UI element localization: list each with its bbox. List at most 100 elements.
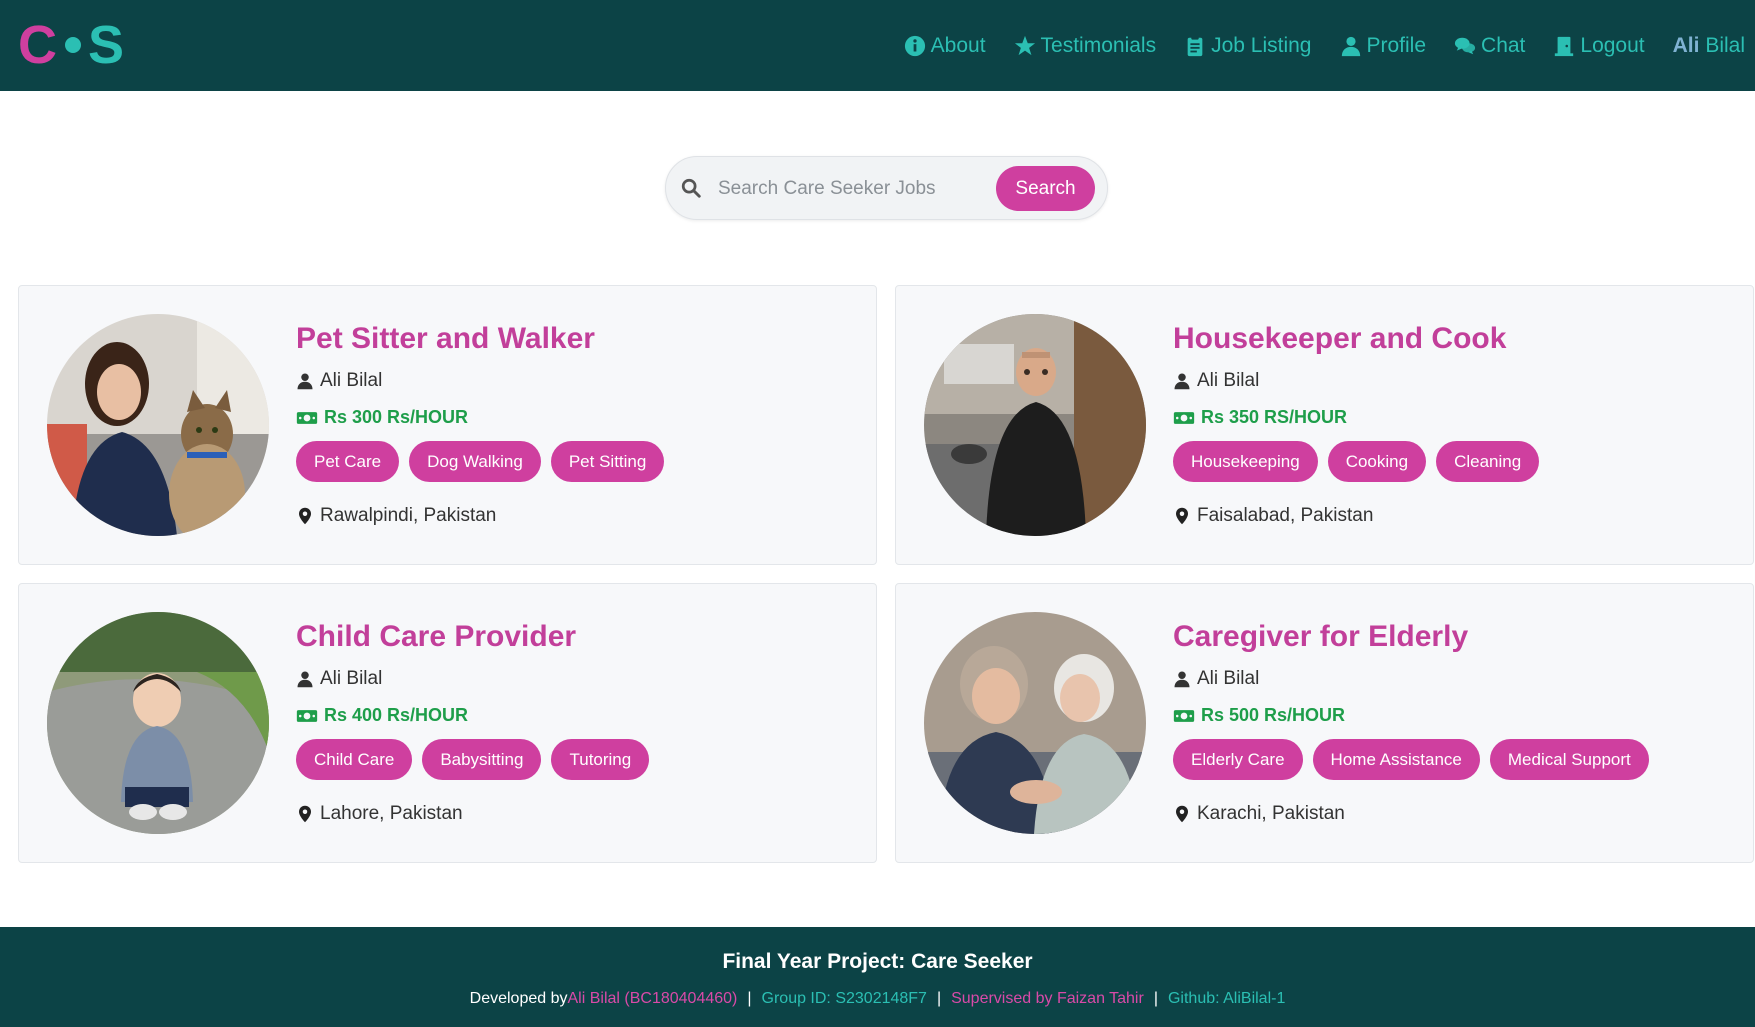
- job-rate: Rs 500 Rs/HOUR: [1173, 705, 1345, 726]
- nav-chat[interactable]: Chat: [1454, 34, 1525, 58]
- job-tag[interactable]: Elderly Care: [1173, 739, 1303, 780]
- user-icon: [1174, 373, 1190, 390]
- job-card[interactable]: Housekeeper and Cook Ali Bilal Rs 350 RS…: [895, 285, 1754, 565]
- user-icon: [1174, 671, 1190, 688]
- door-icon: [1555, 36, 1574, 56]
- map-pin-icon: [299, 805, 311, 823]
- footer-separator: |: [936, 990, 942, 1007]
- job-rate-value: Rs 350 RS/HOUR: [1201, 407, 1348, 427]
- job-tag[interactable]: Cleaning: [1436, 441, 1540, 482]
- search-bar: Search: [665, 156, 1108, 220]
- job-card[interactable]: Child Care Provider Ali Bilal Rs 400 Rs/…: [18, 583, 877, 863]
- job-tag[interactable]: Home Assistance: [1312, 739, 1480, 780]
- job-location-text: Faisalabad, Pakistan: [1197, 505, 1374, 526]
- job-rate-value: Rs 300 Rs/HOUR: [324, 407, 469, 427]
- money-bill-icon: [1173, 709, 1195, 722]
- job-tag[interactable]: Pet Sitting: [550, 441, 665, 482]
- footer: Final Year Project: Care Seeker Develope…: [0, 927, 1755, 1027]
- job-tag[interactable]: Housekeeping: [1173, 441, 1318, 482]
- job-tags: Pet Care Dog Walking Pet Sitting: [296, 441, 674, 482]
- clipboard-icon: [1187, 35, 1203, 56]
- user-icon: [1341, 36, 1360, 56]
- nav-profile[interactable]: Profile: [1340, 33, 1427, 58]
- nav-profile-label: Profile: [1366, 33, 1427, 57]
- money-bill-icon: [1173, 411, 1195, 424]
- job-photo-child-care: [47, 612, 269, 834]
- map-pin-icon: [299, 507, 311, 525]
- info-circle-icon: [904, 35, 925, 56]
- money-bill-icon: [296, 411, 318, 424]
- nav-about-label: About: [930, 33, 986, 57]
- nav-username-last: Bilal: [1705, 33, 1745, 57]
- nav-about[interactable]: About: [904, 34, 986, 58]
- job-title[interactable]: Pet Sitter and Walker: [296, 322, 595, 356]
- search-button[interactable]: Search: [996, 166, 1095, 211]
- job-tag[interactable]: Child Care: [296, 739, 413, 780]
- nav-job-listing-label: Job Listing: [1211, 33, 1312, 57]
- job-tag[interactable]: Tutoring: [551, 739, 650, 780]
- job-photo-pet-sitter: [47, 314, 269, 536]
- job-owner: Ali Bilal: [296, 370, 382, 392]
- nav-logout[interactable]: Logout: [1553, 33, 1645, 58]
- job-title[interactable]: Housekeeper and Cook: [1173, 322, 1506, 356]
- job-location-text: Lahore, Pakistan: [320, 803, 463, 824]
- nav-username-first: Ali: [1672, 33, 1700, 57]
- job-location: Karachi, Pakistan: [1173, 803, 1345, 825]
- job-card[interactable]: Pet Sitter and Walker Ali Bilal Rs 300 R…: [18, 285, 877, 565]
- footer-title: Final Year Project: Care Seeker: [722, 950, 1033, 973]
- job-tag[interactable]: Pet Care: [296, 441, 400, 482]
- job-tags: Elderly Care Home Assistance Medical Sup…: [1173, 739, 1659, 780]
- star-icon: [1014, 35, 1035, 55]
- map-pin-icon: [1176, 805, 1188, 823]
- job-owner: Ali Bilal: [1173, 370, 1259, 392]
- job-photo-housekeeper: [924, 314, 1146, 536]
- job-tags: Child Care Babysitting Tutoring: [296, 739, 659, 780]
- job-location-text: Karachi, Pakistan: [1197, 803, 1345, 824]
- job-tag[interactable]: Cooking: [1327, 441, 1427, 482]
- footer-github-link[interactable]: Github: AliBilal-1: [1168, 990, 1285, 1008]
- map-pin-icon: [1176, 507, 1188, 525]
- job-owner: Ali Bilal: [1173, 668, 1259, 690]
- logo-dot: [65, 37, 81, 53]
- nav-chat-label: Chat: [1481, 33, 1526, 57]
- footer-developer[interactable]: Ali Bilal (BC180404460): [567, 990, 737, 1008]
- job-location: Lahore, Pakistan: [296, 803, 463, 825]
- user-icon: [297, 373, 313, 390]
- job-card[interactable]: Caregiver for Elderly Ali Bilal Rs 500 R…: [895, 583, 1754, 863]
- job-rate-value: Rs 400 Rs/HOUR: [324, 705, 469, 725]
- logo-letter-c: C: [18, 15, 57, 75]
- search-input[interactable]: [718, 171, 958, 207]
- job-photo-elderly-care: [924, 612, 1146, 834]
- job-location: Rawalpindi, Pakistan: [296, 505, 496, 527]
- nav-job-listing[interactable]: Job Listing: [1184, 33, 1312, 58]
- navbar: C S About Testimonials Job Listing Profi…: [0, 0, 1755, 91]
- logo-letter-s: S: [88, 15, 125, 75]
- footer-separator: |: [1153, 990, 1158, 1007]
- job-rate: Rs 350 RS/HOUR: [1173, 407, 1347, 428]
- nav-logout-label: Logout: [1580, 33, 1645, 57]
- nav-testimonials-label: Testimonials: [1040, 33, 1157, 57]
- footer-supervisor: Supervised by Faizan Tahir: [951, 990, 1144, 1007]
- job-tag[interactable]: Dog Walking: [409, 441, 541, 482]
- brand-logo[interactable]: C S: [18, 15, 125, 75]
- nav-testimonials[interactable]: Testimonials: [1014, 33, 1157, 58]
- chat-bubbles-icon: [1454, 37, 1476, 54]
- nav-links: About Testimonials Job Listing Profile C…: [876, 0, 1745, 91]
- job-rate-value: Rs 500 Rs/HOUR: [1201, 705, 1346, 725]
- footer-separator: |: [747, 990, 752, 1007]
- job-owner-name: Ali Bilal: [1197, 668, 1260, 689]
- job-owner-name: Ali Bilal: [320, 668, 383, 689]
- job-tag[interactable]: Babysitting: [422, 739, 542, 780]
- job-tags: Housekeeping Cooking Cleaning: [1173, 441, 1549, 482]
- user-icon: [297, 671, 313, 688]
- job-owner-name: Ali Bilal: [1197, 370, 1260, 391]
- job-rate: Rs 400 Rs/HOUR: [296, 705, 468, 726]
- job-location: Faisalabad, Pakistan: [1173, 505, 1373, 527]
- money-bill-icon: [296, 709, 318, 722]
- job-title[interactable]: Caregiver for Elderly: [1173, 620, 1468, 654]
- job-title[interactable]: Child Care Provider: [296, 620, 576, 654]
- job-tag[interactable]: Medical Support: [1489, 739, 1649, 780]
- nav-username[interactable]: Ali Bilal: [1673, 34, 1745, 58]
- job-owner: Ali Bilal: [296, 668, 382, 690]
- job-rate: Rs 300 Rs/HOUR: [296, 407, 468, 428]
